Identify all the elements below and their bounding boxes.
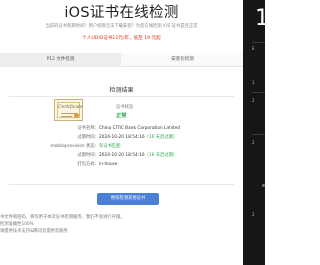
- status-label: 证书状态: [116, 105, 134, 110]
- overlay-text: 2: [252, 140, 255, 145]
- side-overlay-panel: [243, 0, 265, 265]
- detail-row-expiry: 过期时间: 2024-10-20 18:54:16（16 天后过期）: [77, 135, 178, 140]
- promo-link[interactable]: 个人UDID证书12元/年，低至 19 元起: [0, 35, 243, 41]
- certificate-icon: Certificate: [54, 99, 83, 121]
- overlay-number: 1: [255, 6, 269, 31]
- footer-line: 请提供技术支持&腾讯云提供云服务: [0, 229, 68, 234]
- overlay-divider: [252, 92, 265, 93]
- notice-text: 当前的证书到期时间？用户权限无法下载安装？为您在线检测 iOS 证书是否正常: [45, 24, 198, 29]
- overlay-dot-icon: [262, 184, 265, 187]
- detail-row-cert-name: 证书名称: China CITIC Bank Corporation Limit…: [77, 126, 181, 131]
- overlay-text: E: [252, 46, 255, 51]
- recheck-button[interactable]: 继续检测其他证书: [97, 193, 159, 205]
- tab-bar: P12 文件检测 安装包检测: [0, 53, 243, 67]
- overlay-divider: [252, 42, 265, 43]
- actions-divider: [9, 184, 234, 185]
- detail-row-provision-expiry: 过期时间: 2024-10-20 18:54:16（16 天后过期）: [77, 153, 178, 158]
- detail-row-provision-status: mobileprovision 状态: 有证书匹配: [50, 144, 121, 149]
- page-title: iOS证书在线检测: [64, 5, 179, 21]
- footer-line: 书文件和密码，将仅用于本次证书检测服务，我们不会进行存储。: [0, 215, 125, 220]
- tab-p12-file-check[interactable]: P12 文件检测: [0, 53, 121, 67]
- result-divider: [9, 96, 234, 97]
- footer-line: 检测准确性100%: [0, 222, 34, 227]
- status-value: 正常: [116, 113, 127, 119]
- result-heading: 检测结果: [109, 87, 134, 94]
- main-card: iOS证书在线检测 当前的证书到期时间？用户权限无法下载安装？为您在线检测 iO…: [0, 0, 243, 265]
- detail-row-package-type: 打包方式: in-house: [77, 162, 118, 167]
- overlay-text: 2: [252, 212, 255, 217]
- seal-icon: [74, 113, 79, 118]
- expiry-countdown: （16 天后过期）: [144, 135, 178, 140]
- provision-expiry-countdown: （16 天后过期）: [144, 153, 178, 158]
- overlay-divider: [252, 134, 265, 135]
- tab-package-check[interactable]: 安装包检测: [122, 53, 243, 67]
- certificate-badge-word: Certificate: [58, 105, 83, 110]
- overlay-text: 2: [252, 98, 255, 103]
- footer-notes: 书文件和密码，将仅用于本次证书检测服务，我们不会进行存储。 检测准确性100% …: [0, 214, 243, 235]
- overlay-text: 1: [252, 80, 255, 85]
